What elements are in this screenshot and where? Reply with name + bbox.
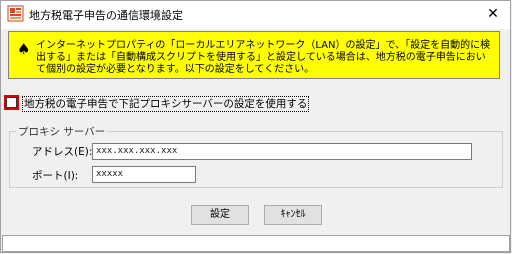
- title-bar[interactable]: 地方税電子申告の通信環境設定 ✕: [1, 1, 510, 29]
- proxy-server-group: プロキシ サーバー アドレス(E): xxx.xxx.xxx.xxx ポート(I…: [9, 124, 503, 188]
- address-label: アドレス(E):: [32, 146, 93, 158]
- window-title: 地方税電子申告の通信環境設定: [29, 9, 183, 22]
- port-label: ポート(I):: [32, 170, 79, 182]
- ok-button[interactable]: 設定: [191, 205, 249, 225]
- spade-icon: ♠: [17, 40, 31, 58]
- cancel-button[interactable]: ｷｬﾝｾﾙ: [264, 205, 322, 225]
- proxy-group-title: プロキシ サーバー: [16, 124, 108, 139]
- close-icon[interactable]: ✕: [479, 1, 507, 27]
- app-logo-icon: [7, 5, 24, 22]
- notice-box: ♠ インターネットプロパティの「ローカルエリアネットワーク（LAN）の設定」で、…: [8, 31, 500, 79]
- dialog-window: 地方税電子申告の通信環境設定 ✕ ♠ インターネットプロパティの「ローカルエリア…: [0, 0, 511, 253]
- proxy-checkbox-label[interactable]: 地方税の電子申告で下記プロキシサーバーの設定を使用する: [22, 96, 310, 112]
- proxy-checkbox[interactable]: [4, 95, 19, 110]
- port-input[interactable]: xxxxx: [92, 166, 196, 183]
- address-input[interactable]: xxx.xxx.xxx.xxx: [92, 143, 472, 160]
- notice-text: インターネットプロパティの「ローカルエリアネットワーク（LAN）の設定」で、「設…: [36, 40, 491, 75]
- status-bar: [2, 235, 510, 252]
